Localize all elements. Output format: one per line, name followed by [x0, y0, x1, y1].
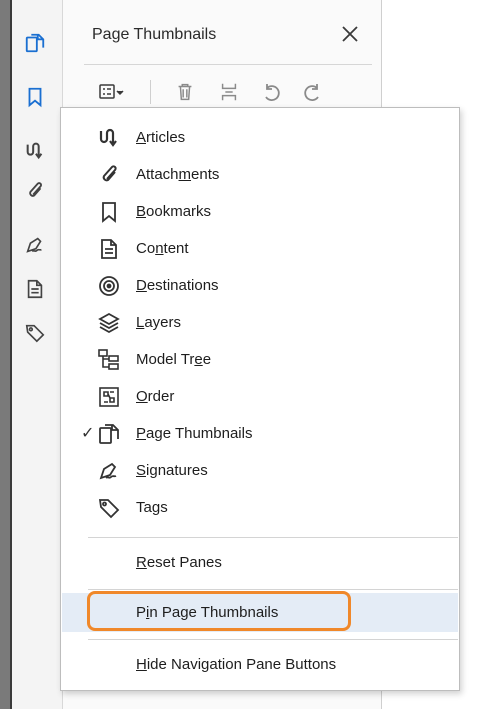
close-pane-button[interactable]: [338, 22, 362, 46]
menu-item-content[interactable]: Content: [61, 230, 459, 267]
signature-icon: [95, 457, 123, 485]
content-button[interactable]: [20, 274, 50, 304]
articles-button[interactable]: [20, 136, 50, 166]
insert-pages-icon: [221, 83, 237, 101]
insert-pages-button[interactable]: [214, 76, 244, 108]
menu-item-layers[interactable]: Layers: [61, 304, 459, 341]
menu-item-tags[interactable]: Tags: [61, 489, 459, 526]
menu-item-attachments[interactable]: Attachments: [61, 156, 459, 193]
menu-item-order[interactable]: Order: [61, 378, 459, 415]
attachments-button[interactable]: [20, 176, 50, 206]
rotate-left-icon: [265, 84, 280, 101]
navigation-icon-bar: [12, 0, 63, 709]
checkmark-icon: ✓: [81, 425, 95, 442]
delete-pages-button[interactable]: [170, 76, 200, 108]
options-menu-button[interactable]: [92, 76, 132, 108]
menu-item-label: Hide Navigation Pane Buttons: [136, 656, 337, 673]
menu-item-label: Signatures: [136, 462, 208, 479]
menu-separator: [88, 537, 458, 538]
menu-item-label: Page Thumbnails: [136, 425, 253, 442]
menu-separator: [88, 639, 458, 640]
pane-divider: [84, 64, 372, 65]
page-thumbnails-button[interactable]: [20, 28, 50, 58]
menu-item-label: Layers: [136, 314, 182, 331]
toolbar-separator: [150, 80, 151, 104]
menu-item-signatures[interactable]: Signatures: [61, 452, 459, 489]
menu-item-page-thumbnails[interactable]: ✓ Page Thumbnails: [61, 415, 459, 452]
paperclip-icon: [95, 161, 123, 189]
articles-icon: [26, 142, 43, 160]
close-icon: [342, 26, 358, 42]
highlight-ring: [87, 591, 351, 631]
tags-button[interactable]: [20, 318, 50, 348]
window-edge: [0, 0, 12, 709]
menu-item-label: Articles: [136, 129, 186, 146]
signature-icon: [26, 237, 42, 253]
paperclip-icon: [29, 182, 42, 197]
bookmarks-button[interactable]: [20, 82, 50, 112]
menu-item-label: Order: [136, 388, 175, 405]
menu-item-label: Destinations: [136, 277, 219, 294]
layers-icon: [95, 309, 123, 337]
page-thumbnails-icon: [95, 420, 123, 448]
menu-item-label: Model Tree: [136, 351, 212, 368]
bookmark-icon: [95, 198, 123, 226]
menu-item-destinations[interactable]: Destinations: [61, 267, 459, 304]
bookmark-icon: [28, 87, 42, 108]
menu-item-articles[interactable]: Articles: [61, 119, 459, 156]
model-tree-icon: [95, 346, 123, 374]
signatures-button[interactable]: [20, 230, 50, 260]
menu-item-bookmarks[interactable]: Bookmarks: [61, 193, 459, 230]
trash-icon: [178, 83, 192, 101]
options-menu-icon: [99, 84, 124, 99]
menu-item-label: Bookmarks: [136, 203, 212, 220]
menu-item-model-tree[interactable]: Model Tree: [61, 341, 459, 378]
tag-icon: [25, 324, 45, 343]
content-icon: [27, 279, 43, 299]
rotate-right-icon: [304, 84, 319, 101]
menu-item-label: Reset Panes: [136, 554, 222, 571]
rotate-left-button[interactable]: [257, 76, 287, 108]
order-icon: [95, 383, 123, 411]
menu-item-label: Content: [136, 240, 189, 257]
options-dropdown-menu: Articles Attachments Bookmarks Content D…: [60, 107, 460, 691]
destinations-icon: [95, 272, 123, 300]
pane-toolbar: [92, 76, 352, 110]
menu-separator: [88, 589, 458, 590]
page-thumbnails-icon: [25, 33, 45, 53]
articles-icon: [95, 124, 123, 152]
rotate-right-button[interactable]: [297, 76, 327, 108]
content-icon: [95, 235, 123, 263]
menu-item-hide-navigation-pane-buttons[interactable]: Hide Navigation Pane Buttons: [61, 646, 459, 683]
menu-item-label: Tags: [136, 499, 168, 516]
tag-icon: [95, 494, 123, 522]
menu-item-label: Attachments: [136, 166, 220, 183]
pane-title: Page Thumbnails: [92, 26, 217, 43]
menu-item-reset-panes[interactable]: Reset Panes: [61, 544, 459, 581]
